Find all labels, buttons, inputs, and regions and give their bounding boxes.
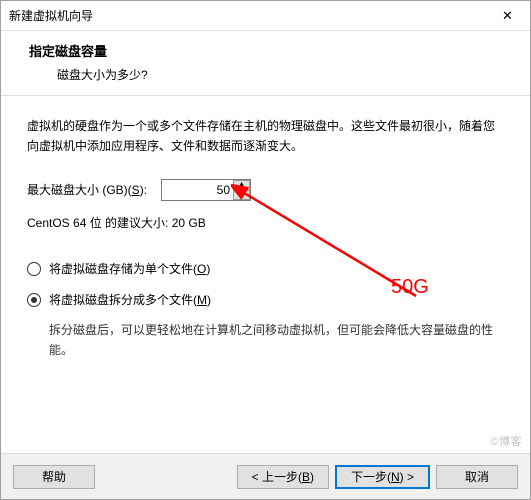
back-button[interactable]: < 上一步(B)	[237, 465, 329, 489]
single-file-label: 将虚拟磁盘存储为单个文件(O)	[49, 259, 210, 279]
cancel-button[interactable]: 取消	[436, 465, 518, 489]
radio-icon	[27, 293, 41, 307]
page-subtitle: 磁盘大小为多少?	[21, 66, 510, 83]
max-disk-row: 最大磁盘大小 (GB)(S): ▲ ▼	[27, 179, 504, 201]
spinner-buttons: ▲ ▼	[233, 180, 250, 200]
next-button[interactable]: 下一步(N) >	[335, 465, 430, 489]
titlebar: 新建虚拟机向导 ✕	[1, 1, 530, 31]
recommended-size-text: CentOS 64 位 的建议大小: 20 GB	[27, 213, 504, 233]
max-disk-label: 最大磁盘大小 (GB)(S):	[27, 180, 147, 200]
spinner-down-button[interactable]: ▼	[233, 190, 250, 200]
content-area: 虚拟机的硬盘作为一个或多个文件存储在主机的物理磁盘中。这些文件最初很小，随着您向…	[1, 96, 530, 391]
split-file-option[interactable]: 将虚拟磁盘拆分成多个文件(M)	[27, 290, 504, 310]
disk-size-spinner: ▲ ▼	[161, 179, 251, 201]
split-file-label: 将虚拟磁盘拆分成多个文件(M)	[49, 290, 211, 310]
spinner-up-button[interactable]: ▲	[233, 180, 250, 190]
close-button[interactable]: ✕	[485, 1, 530, 31]
close-icon: ✕	[502, 8, 513, 24]
help-button[interactable]: 帮助	[13, 465, 95, 489]
radio-icon	[27, 262, 41, 276]
description-text: 虚拟机的硬盘作为一个或多个文件存储在主机的物理磁盘中。这些文件最初很小，随着您向…	[27, 116, 504, 157]
split-description: 拆分磁盘后，可以更轻松地在计算机之间移动虚拟机，但可能会降低大容量磁盘的性能。	[27, 320, 504, 361]
page-title: 指定磁盘容量	[21, 41, 510, 60]
wizard-header: 指定磁盘容量 磁盘大小为多少?	[1, 31, 530, 95]
window-title: 新建虚拟机向导	[1, 7, 93, 24]
footer-bar: 帮助 < 上一步(B) 下一步(N) > 取消	[1, 453, 530, 499]
single-file-option[interactable]: 将虚拟磁盘存储为单个文件(O)	[27, 259, 504, 279]
watermark-text: ©博客	[490, 433, 522, 449]
wizard-window: 新建虚拟机向导 ✕ 指定磁盘容量 磁盘大小为多少? 虚拟机的硬盘作为一个或多个文…	[0, 0, 531, 500]
